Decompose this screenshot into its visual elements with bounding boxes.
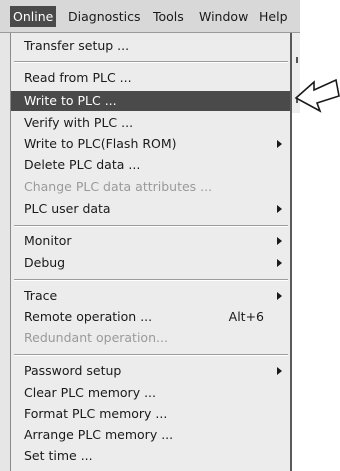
- menu-item-write-to-plc[interactable]: Write to PLC ...: [11, 91, 290, 111]
- menu-item-plc-user-data[interactable]: PLC user data: [11, 199, 290, 219]
- menu-item-label: Write to PLC(Flash ROM): [24, 136, 177, 151]
- menu-item-password-setup[interactable]: Password setup: [11, 361, 290, 381]
- submenu-arrow-icon: [277, 367, 282, 375]
- menu-diagnostics[interactable]: Diagnostics: [65, 6, 144, 27]
- menu-item-debug[interactable]: Debug: [11, 253, 290, 273]
- background-window-edge: [0, 33, 10, 471]
- menu-item-label: Debug: [24, 255, 66, 270]
- menu-item-label: Delete PLC data ...: [24, 157, 141, 172]
- menu-item-clear-plc-memory[interactable]: Clear PLC memory ...: [11, 383, 290, 403]
- menu-online[interactable]: Online: [10, 6, 57, 27]
- menu-item-label: Trace: [24, 288, 58, 303]
- menu-separator: [14, 225, 288, 227]
- menu-item-set-time[interactable]: Set time ...: [11, 446, 290, 466]
- menu-item-trace[interactable]: Trace: [11, 286, 290, 306]
- menu-item-change-plc-data-attributes[interactable]: Change PLC data attributes ...: [11, 177, 290, 197]
- menu-item-remote-operation[interactable]: Remote operation ... Alt+6: [11, 307, 290, 327]
- background-tick: [296, 57, 298, 63]
- menu-item-label: Password setup: [24, 363, 122, 378]
- menu-item-write-to-plc-flash-rom[interactable]: Write to PLC(Flash ROM): [11, 134, 290, 154]
- menu-item-arrange-plc-memory[interactable]: Arrange PLC memory ...: [11, 425, 290, 445]
- pointer-arrow-icon: [294, 78, 340, 113]
- menu-item-transfer-setup[interactable]: Transfer setup ...: [11, 36, 290, 56]
- submenu-arrow-icon: [277, 205, 282, 213]
- menu-item-label: Format PLC memory ...: [24, 406, 168, 421]
- shortcut-label: Alt+6: [228, 309, 264, 324]
- menu-item-label: Verify with PLC ...: [24, 115, 134, 130]
- menu-item-redundant-operation[interactable]: Redundant operation...: [11, 328, 290, 348]
- menu-item-label: PLC user data: [24, 201, 111, 216]
- submenu-arrow-icon: [277, 237, 282, 245]
- submenu-arrow-icon: [277, 292, 282, 300]
- menu-bar: Online Diagnostics Tools Window Help: [0, 0, 300, 33]
- menu-item-label: Redundant operation...: [24, 330, 168, 345]
- menu-separator: [14, 354, 288, 356]
- menu-item-label: Transfer setup ...: [24, 38, 130, 53]
- menu-help[interactable]: Help: [256, 6, 291, 27]
- menu-item-delete-plc-data[interactable]: Delete PLC data ...: [11, 155, 290, 175]
- menu-item-label: Clear PLC memory ...: [24, 385, 156, 400]
- menu-item-label: Change PLC data attributes ...: [24, 179, 213, 194]
- submenu-arrow-icon: [277, 259, 282, 267]
- screenshot-stage: Online Diagnostics Tools Window Help Tra…: [0, 0, 340, 471]
- menu-item-format-plc-memory[interactable]: Format PLC memory ...: [11, 404, 290, 424]
- menu-window[interactable]: Window: [196, 6, 251, 27]
- menu-item-label: Arrange PLC memory ...: [24, 427, 174, 442]
- submenu-arrow-icon: [277, 140, 282, 148]
- menu-item-read-from-plc[interactable]: Read from PLC ...: [11, 68, 290, 88]
- online-dropdown-menu: Transfer setup ... Read from PLC ... Wri…: [10, 33, 292, 471]
- menu-item-label: Write to PLC ...: [24, 93, 117, 108]
- menu-separator: [14, 279, 288, 281]
- menu-item-verify-with-plc[interactable]: Verify with PLC ...: [11, 113, 290, 133]
- menu-item-monitor[interactable]: Monitor: [11, 231, 290, 251]
- menu-item-label: Set time ...: [24, 448, 93, 463]
- menu-separator: [14, 61, 288, 63]
- menu-item-label: Read from PLC ...: [24, 70, 132, 85]
- menu-item-label: Monitor: [24, 233, 72, 248]
- menu-item-label: Remote operation ...: [24, 309, 153, 324]
- menu-tools[interactable]: Tools: [150, 6, 187, 27]
